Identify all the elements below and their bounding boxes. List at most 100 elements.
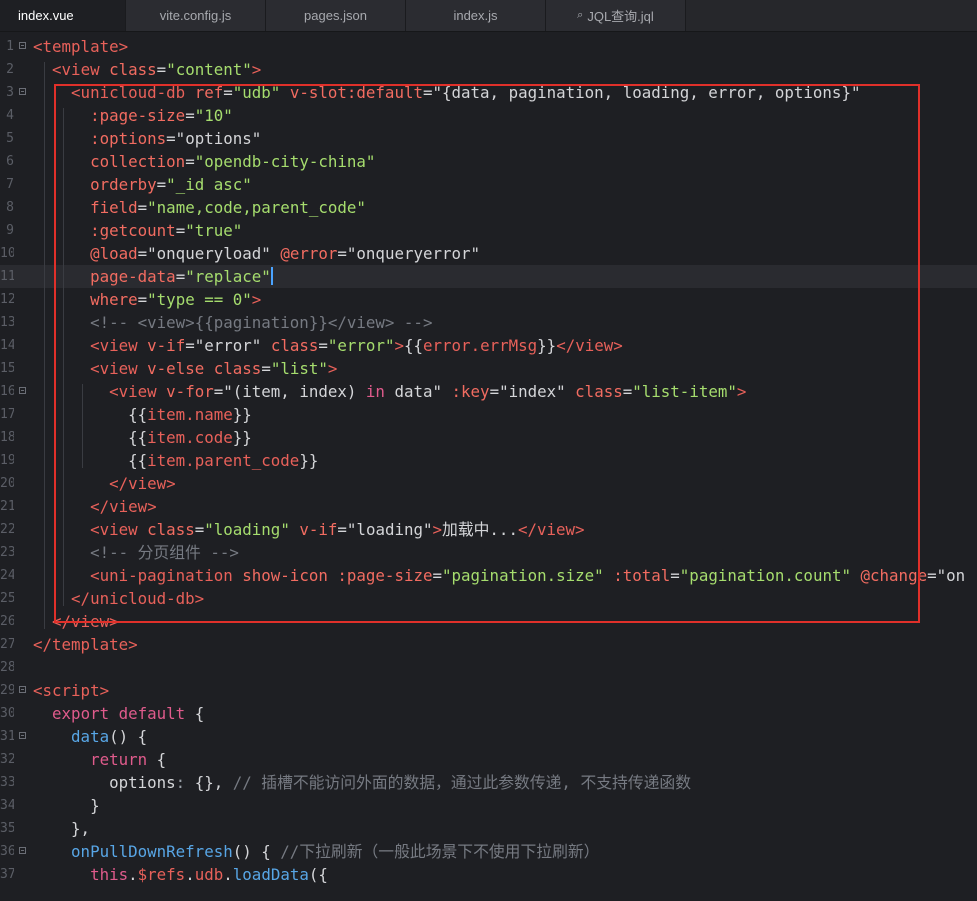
code-line[interactable]: 7 orderby="_id asc": [0, 173, 977, 196]
token: <view: [90, 359, 148, 378]
token: ="onqueryload": [137, 244, 281, 263]
token: =: [622, 382, 633, 401]
token: </view>: [556, 336, 623, 355]
fold-toggle-icon[interactable]: [19, 88, 26, 95]
code-line[interactable]: 33 options: {}, // 插槽不能访问外面的数据，通过此参数传递, …: [0, 771, 977, 794]
code-line[interactable]: 36 onPullDownRefresh() { //下拉刷新（一般此场景下不使…: [0, 840, 977, 863]
code-line[interactable]: 15 <view v-else class="list">: [0, 357, 977, 380]
token: <uni-pagination: [90, 566, 243, 585]
code-line[interactable]: 5 :options="options": [0, 127, 977, 150]
code-line[interactable]: 17 {{item.name}}: [0, 403, 977, 426]
code-line[interactable]: 22 <view class="loading" v-if="loading">…: [0, 518, 977, 541]
line-number: 14: [0, 338, 14, 353]
token: <!-- 分页组件 -->: [90, 543, 239, 562]
line-number: 23: [0, 545, 14, 560]
tab-2[interactable]: pages.json: [266, 0, 406, 31]
code-editor[interactable]: 1 <template> 2 <view class="content"> 3 <un…: [0, 32, 977, 901]
fold-toggle-icon[interactable]: [19, 42, 26, 49]
code-text: export default {: [33, 702, 204, 725]
code-line[interactable]: 1 <template>: [0, 35, 977, 58]
code-text: onPullDownRefresh() { //下拉刷新（一般此场景下不使用下拉…: [33, 840, 599, 863]
code-line[interactable]: 16 <view v-for="(item, index) in data" :…: [0, 380, 977, 403]
code-line[interactable]: 35 },: [0, 817, 977, 840]
code-line[interactable]: 11 page-data="replace": [0, 265, 977, 288]
code-line[interactable]: 29 <script>: [0, 679, 977, 702]
fold-toggle-icon[interactable]: [19, 847, 26, 854]
token: v-slot:default: [289, 83, 423, 102]
token: orderby: [90, 175, 157, 194]
line-number: 13: [0, 315, 14, 330]
token: >: [251, 290, 262, 309]
code-line[interactable]: 9 :getcount="true": [0, 219, 977, 242]
token: ="on: [927, 566, 966, 585]
line-number: 37: [0, 867, 14, 882]
token: :: [175, 773, 186, 792]
tab-0[interactable]: index.vue: [0, 0, 126, 31]
token: $refs: [137, 865, 186, 884]
token: :getcount: [90, 221, 176, 240]
code-text: page-data="replace": [33, 265, 273, 288]
code-line[interactable]: 18 {{item.code}}: [0, 426, 977, 449]
code-line[interactable]: 28: [0, 656, 977, 679]
code-line[interactable]: 10 @load="onqueryload" @error="onqueryer…: [0, 242, 977, 265]
token: =: [137, 198, 148, 217]
token: @error: [280, 244, 338, 263]
code-line[interactable]: 13 <!-- <view>{{pagination}}</view> -->: [0, 311, 977, 334]
code-line[interactable]: 3 <unicloud-db ref="udb" v-slot:default=…: [0, 81, 977, 104]
code-line[interactable]: 31 data() {: [0, 725, 977, 748]
code-line[interactable]: 4 :page-size="10": [0, 104, 977, 127]
code-line[interactable]: 21 </view>: [0, 495, 977, 518]
code-line[interactable]: 24 <uni-pagination show-icon :page-size=…: [0, 564, 977, 587]
token: field: [90, 198, 138, 217]
token: "pagination.count": [679, 566, 851, 585]
code-line[interactable]: 14 <view v-if="error" class="error">{{er…: [0, 334, 977, 357]
token: @load: [90, 244, 138, 263]
code-line[interactable]: 19 {{item.parent_code}}: [0, 449, 977, 472]
tab-4[interactable]: ⌕ JQL查询.jql: [546, 0, 686, 31]
token: "name,code,parent_code": [147, 198, 366, 217]
code-line[interactable]: 23 <!-- 分页组件 -->: [0, 541, 977, 564]
code-line[interactable]: 20 </view>: [0, 472, 977, 495]
token: ref: [194, 83, 224, 102]
line-number: 16: [0, 384, 14, 399]
token: </view>: [109, 474, 176, 493]
token: </view>: [517, 520, 585, 539]
fold-toggle-icon[interactable]: [19, 732, 26, 739]
token: </unicloud-db>: [71, 589, 205, 608]
code-line[interactable]: 25 </unicloud-db>: [0, 587, 977, 610]
code-line[interactable]: 37 this.$refs.udb.loadData({: [0, 863, 977, 886]
token: return: [90, 750, 148, 769]
code-line[interactable]: 26 </view>: [0, 610, 977, 633]
token: <view: [90, 336, 148, 355]
token: .: [185, 865, 195, 884]
tab-3[interactable]: index.js: [406, 0, 546, 31]
fold-toggle-icon[interactable]: [19, 686, 26, 693]
fold-toggle-icon[interactable]: [19, 387, 26, 394]
line-number: 12: [0, 292, 14, 307]
code-line[interactable]: 6 collection="opendb-city-china": [0, 150, 977, 173]
code-line[interactable]: 30 export default {: [0, 702, 977, 725]
code-line[interactable]: 2 <view class="content">: [0, 58, 977, 81]
code-line[interactable]: 32 return {: [0, 748, 977, 771]
line-number: 31: [0, 729, 14, 744]
token: <!-- <view>{{pagination}}</view> -->: [90, 313, 433, 332]
tab-1[interactable]: vite.config.js: [126, 0, 266, 31]
code-line[interactable]: 12 where="type == 0">: [0, 288, 977, 311]
token: :options: [90, 129, 167, 148]
code-line[interactable]: 8 field="name,code,parent_code": [0, 196, 977, 219]
token: udb: [194, 865, 224, 884]
code-line[interactable]: 34 }: [0, 794, 977, 817]
token: =: [194, 520, 205, 539]
token: :total: [613, 566, 671, 585]
code-line[interactable]: 27 </template>: [0, 633, 977, 656]
token: <template>: [33, 37, 129, 56]
token: ="index": [489, 382, 576, 401]
